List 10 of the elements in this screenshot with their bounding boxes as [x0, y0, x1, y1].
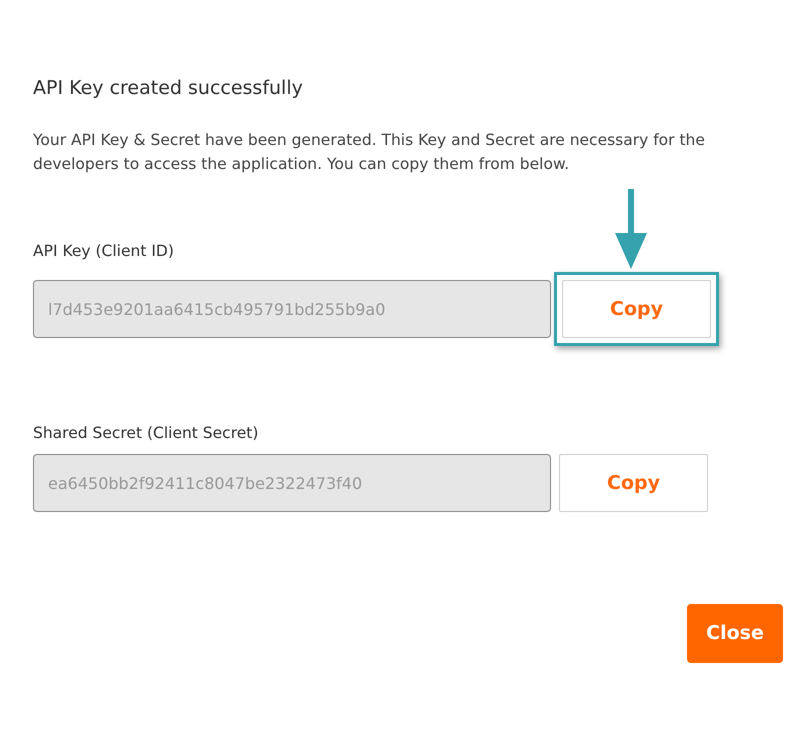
- copy-button[interactable]: Copy: [559, 454, 708, 512]
- close-button[interactable]: Close: [687, 604, 783, 663]
- key-field[interactable]: l7d453e9201aa6415cb495791bd255b9a0: [33, 280, 551, 338]
- arrow-icon: [613, 189, 649, 271]
- message-text: Your API Key & Secret have been generated. This Key and Secret are necessary for the developers to access the application. You can copy them from below.: [33, 130, 706, 175]
- field-label: Shared Secret (Client Secret): [33, 423, 260, 444]
- key-field[interactable]: ea6450bb2f92411c8047be2322473f40: [33, 454, 551, 512]
- copy-button[interactable]: Copy: [562, 280, 711, 338]
- field-label: API Key (Client ID): [33, 241, 175, 262]
- dialog-title: API Key created successfully: [33, 76, 304, 101]
